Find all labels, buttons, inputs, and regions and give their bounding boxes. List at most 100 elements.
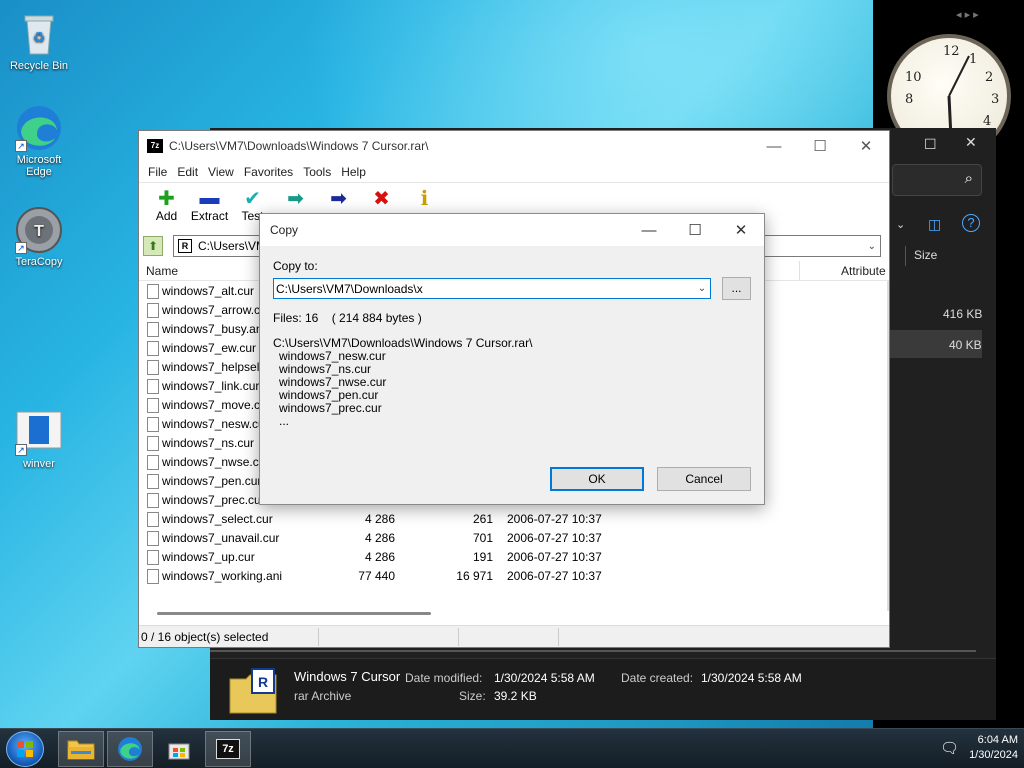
help-icon[interactable]: ? — [962, 214, 980, 232]
extract-button-label: Extract — [190, 209, 229, 223]
details-date-created: 1/30/2024 5:58 AM — [701, 671, 802, 685]
desktop-icon-teracopy[interactable]: T ↗ TeraCopy — [3, 206, 75, 268]
file-packed-size: 16 971 — [456, 569, 493, 583]
7zip-titlebar[interactable]: 7z C:\Users\VM7\Downloads\Windows 7 Curs… — [139, 131, 889, 161]
details-size: 39.2 KB — [494, 689, 537, 703]
file-icon — [147, 398, 159, 413]
taskbar-7zip[interactable]: 7z — [205, 731, 251, 767]
copy-to-input[interactable] — [276, 281, 694, 296]
menu-view[interactable]: View — [203, 165, 239, 179]
desktop-icon-recycle-bin[interactable]: ♻ Recycle Bin — [3, 10, 75, 72]
system-tray-clock[interactable]: 6:04 AM 1/30/2024 — [969, 733, 1018, 763]
status-bar: 0 / 16 object(s) selected — [139, 625, 889, 647]
plus-icon: ✚ — [158, 187, 175, 210]
extract-button[interactable]: ▬ Extract — [188, 187, 231, 224]
file-name: windows7_alt.cur — [162, 284, 255, 298]
address-text: C:\Users\VM — [198, 239, 267, 253]
minimize-button[interactable]: — — [626, 214, 672, 246]
minimize-button[interactable]: — — [751, 131, 797, 161]
move-arrow-icon: ➡ — [330, 187, 347, 210]
menu-favorites[interactable]: Favorites — [239, 165, 298, 179]
horizontal-scrollbar[interactable] — [157, 612, 431, 615]
up-folder-button[interactable]: ⬆ — [143, 236, 163, 256]
file-icon — [147, 379, 159, 394]
copy-button[interactable]: ➡ — [274, 187, 317, 210]
store-icon — [168, 743, 190, 760]
taskbar-edge[interactable] — [107, 731, 153, 767]
table-row[interactable]: windows7_select.cur 4 286 261 2006-07-27 10… — [139, 510, 889, 529]
close-button[interactable]: ✕ — [718, 214, 764, 246]
file-icon — [147, 474, 159, 489]
details-panel: R Windows 7 Cursor rar Archive Date modi… — [210, 658, 996, 720]
column-header-size[interactable]: Size — [914, 248, 937, 262]
menu-bar: File Edit View Favorites Tools Help — [139, 161, 889, 183]
ok-button[interactable]: OK — [550, 467, 644, 491]
maximize-icon[interactable]: ☐ — [924, 136, 937, 153]
taskbar-store[interactable] — [156, 731, 202, 767]
rar-icon: R — [178, 239, 192, 253]
table-row[interactable]: windows7_working.ani 77 440 16 971 2006-07-… — [139, 567, 889, 586]
add-button[interactable]: ✚ Add — [145, 187, 188, 224]
check-icon: ✔ — [244, 187, 261, 210]
cancel-button[interactable]: Cancel — [657, 467, 751, 491]
close-icon[interactable]: ✕ — [965, 134, 977, 151]
menu-help[interactable]: Help — [336, 165, 371, 179]
desktop-icon-label: Microsoft Edge — [16, 154, 62, 178]
copy-to-combo[interactable]: ⌄ — [273, 278, 711, 299]
maximize-button[interactable]: ☐ — [672, 214, 718, 246]
vertical-scrollbar[interactable] — [887, 281, 889, 611]
desktop-icon-microsoft-edge[interactable]: ↗ Microsoft Edge — [3, 104, 75, 178]
search-icon: ⌕ — [964, 170, 973, 187]
file-icon — [147, 493, 159, 508]
chevron-down-icon[interactable]: ⌄ — [896, 218, 905, 231]
recycle-bin-icon: ♻ — [15, 10, 63, 58]
file-icon — [147, 417, 159, 432]
table-row[interactable]: windows7_up.cur 4 286 191 2006-07-27 10:37 — [139, 548, 889, 567]
7zip-icon: 7z — [147, 139, 163, 153]
browse-button[interactable]: ... — [722, 277, 751, 300]
details-date-modified: 1/30/2024 5:58 AM — [494, 671, 595, 685]
start-button[interactable] — [6, 731, 44, 767]
file-icon — [147, 436, 159, 451]
file-icon — [147, 455, 159, 470]
table-row[interactable]: windows7_unavail.cur 4 286 701 2006-07-27 1… — [139, 529, 889, 548]
notification-icon[interactable]: 🗨 — [940, 739, 959, 757]
tray-date: 1/30/2024 — [969, 749, 1018, 761]
menu-edit[interactable]: Edit — [172, 165, 203, 179]
file-icon — [147, 284, 159, 299]
menu-tools[interactable]: Tools — [298, 165, 336, 179]
file-name: windows7_up.cur — [162, 550, 255, 564]
copy-dialog: Copy — ☐ ✕ Copy to: ⌄ ... Files: 16 ( 21… — [259, 213, 765, 505]
shortcut-arrow-icon: ↗ — [15, 444, 27, 456]
details-pane-icon[interactable]: ◫ — [928, 216, 941, 233]
gadget-nav-icon[interactable]: ◂ ▸ ▸ — [956, 8, 979, 21]
column-header-attributes[interactable]: Attribute — [841, 264, 886, 278]
search-box[interactable]: ⌕ — [892, 164, 982, 196]
taskbar: 7z 🗨 6:04 AM 1/30/2024 — [0, 728, 1024, 768]
shortcut-arrow-icon: ↗ — [15, 242, 27, 254]
maximize-button[interactable]: ☐ — [797, 131, 843, 161]
chevron-down-icon[interactable]: ⌄ — [868, 241, 876, 252]
delete-button[interactable]: ✖ — [360, 187, 403, 210]
menu-file[interactable]: File — [143, 165, 172, 179]
chevron-down-icon[interactable]: ⌄ — [694, 283, 710, 294]
teracopy-icon: T ↗ — [15, 206, 63, 254]
copy-dialog-titlebar[interactable]: Copy — ☐ ✕ — [260, 214, 764, 246]
shortcut-arrow-icon: ↗ — [15, 140, 27, 152]
file-name: windows7_move.c — [162, 398, 261, 412]
file-name: windows7_link.cur — [162, 379, 260, 393]
move-button[interactable]: ➡ — [317, 187, 360, 210]
taskbar-file-explorer[interactable] — [58, 731, 104, 767]
svg-text:R: R — [258, 674, 268, 690]
file-size: 4 286 — [364, 512, 395, 526]
horizontal-scrollbar[interactable] — [210, 650, 976, 652]
info-icon: ℹ — [420, 187, 429, 210]
column-header-name[interactable]: Name — [146, 264, 178, 278]
file-icon — [147, 550, 159, 565]
close-button[interactable]: ✕ — [843, 131, 889, 161]
file-modified: 2006-07-27 10:37 — [507, 531, 602, 545]
info-button[interactable]: ℹ — [403, 187, 446, 210]
window-title: C:\Users\VM7\Downloads\Windows 7 Cursor.… — [169, 139, 429, 153]
file-modified: 2006-07-27 10:37 — [507, 512, 602, 526]
desktop-icon-winver[interactable]: ↗ winver — [3, 408, 75, 470]
